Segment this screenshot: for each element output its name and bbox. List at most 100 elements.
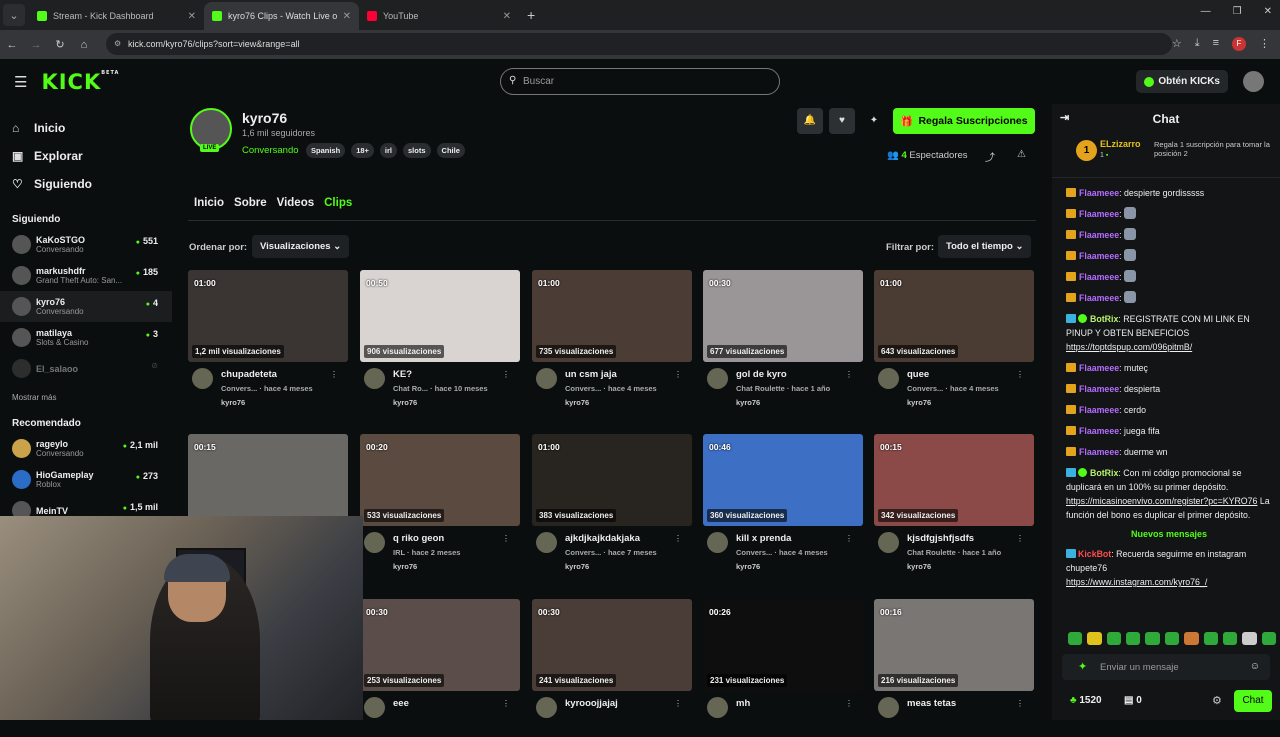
tag[interactable]: slots xyxy=(403,143,431,158)
clip-card[interactable]: 00:50 906 visualizaciones KE? Chat Ro... · … xyxy=(360,270,520,408)
download-icon[interactable]: ⤓ xyxy=(1195,37,1200,51)
chat-username[interactable]: BotRix xyxy=(1090,314,1118,324)
clip-card[interactable]: 00:16 216 visualizaciones meas tetas · ⋮ xyxy=(874,599,1034,737)
nav-inicio[interactable]: ⌂ Inicio xyxy=(12,114,172,142)
url-field[interactable]: ⚙ kick.com/kyro76/clips?sort=view&range=… xyxy=(106,33,1172,55)
clip-card[interactable]: 01:00 1,2 mil visualizaciones chupadeteta C… xyxy=(188,270,348,408)
clip-title[interactable]: mh xyxy=(736,698,750,709)
tab-inicio[interactable]: Inicio xyxy=(194,197,224,209)
sidebar-item-markushdfr[interactable]: markushdfrGrand Theft Auto: San... 185 xyxy=(0,260,172,291)
clip-user[interactable]: kyro76 xyxy=(393,398,417,407)
clip-user[interactable]: kyro76 xyxy=(736,562,760,571)
profile-avatar[interactable]: F xyxy=(1232,37,1246,51)
report-warning-icon[interactable]: ⚠ xyxy=(1017,149,1026,160)
emote-icon[interactable] xyxy=(1203,632,1218,645)
chat-settings-gear-icon[interactable]: ⚙ xyxy=(1212,694,1222,707)
clip-thumbnail[interactable]: 01:00 643 visualizaciones xyxy=(874,270,1034,362)
emote-icon[interactable] xyxy=(1126,632,1141,645)
home-browser-icon[interactable]: ⌂ xyxy=(72,39,96,51)
kebab-menu-icon[interactable]: ⋮ xyxy=(1016,534,1024,543)
avatar[interactable] xyxy=(707,368,728,389)
chat-link[interactable]: https://toptdspup.com/096pitmB/ xyxy=(1066,342,1192,352)
kebab-menu-icon[interactable]: ⋮ xyxy=(502,370,510,379)
avatar[interactable] xyxy=(707,697,728,718)
search-input[interactable]: ⚲ Buscar xyxy=(500,68,780,95)
avatar[interactable] xyxy=(364,368,385,389)
emote-icon[interactable] xyxy=(1222,632,1238,645)
tag[interactable]: Chile xyxy=(436,143,465,158)
chat-username[interactable]: Flaameee xyxy=(1079,447,1119,457)
site-info-icon[interactable]: ⚙ xyxy=(114,39,121,48)
avatar[interactable] xyxy=(192,368,213,389)
clip-user[interactable]: kyro76 xyxy=(736,398,760,407)
maximize-icon[interactable]: ❐ xyxy=(1233,6,1242,17)
kebab-menu-icon[interactable]: ⋮ xyxy=(674,370,682,379)
top-gifter-name[interactable]: ELzizarro xyxy=(1100,139,1141,149)
clip-user[interactable]: kyro76 xyxy=(393,562,417,571)
clip-user[interactable]: kyro76 xyxy=(907,562,931,571)
filter-dropdown[interactable]: Todo el tiempo ⌄ xyxy=(938,235,1032,258)
collapse-chat-icon[interactable]: ⇥ xyxy=(1060,111,1069,124)
close-tab-icon[interactable]: ✕ xyxy=(188,11,196,22)
sidebar-item-kyro76[interactable]: kyro76Conversando 4 xyxy=(0,291,172,322)
close-window-icon[interactable]: ✕ xyxy=(1264,6,1272,17)
clip-title[interactable]: q riko geon xyxy=(393,533,444,544)
clip-thumbnail[interactable]: 00:15 xyxy=(188,434,348,526)
chat-username[interactable]: Flaameee xyxy=(1079,293,1119,303)
show-more-link[interactable]: Mostrar más xyxy=(0,384,172,402)
avatar[interactable] xyxy=(707,532,728,553)
chat-username[interactable]: BotRix xyxy=(1090,468,1118,478)
kebab-menu-icon[interactable]: ⋮ xyxy=(1016,370,1024,379)
sidebar-item-el-salaoo[interactable]: El_salaoo ⊘ xyxy=(0,353,172,384)
kebab-menu-icon[interactable]: ⋮ xyxy=(1016,699,1024,708)
bookmark-star-icon[interactable]: ☆ xyxy=(1172,37,1182,51)
avatar[interactable] xyxy=(536,532,557,553)
gift-subscriptions-button[interactable]: 🎁 Regala Suscripciones xyxy=(893,108,1035,134)
avatar[interactable] xyxy=(536,368,557,389)
chat-username[interactable]: Flaameee xyxy=(1079,384,1119,394)
clip-title[interactable]: ajkdjkajkdakjaka xyxy=(565,533,640,544)
emote-icon[interactable] xyxy=(1106,632,1122,645)
clip-user[interactable]: kyro76 xyxy=(221,398,245,407)
kebab-menu-icon[interactable]: ⋮ xyxy=(330,370,338,379)
clip-card[interactable]: 00:26 231 visualizaciones mh · ⋮ xyxy=(703,599,863,737)
tab-sobre[interactable]: Sobre xyxy=(234,197,267,209)
clip-thumbnail[interactable]: 00:15 342 visualizaciones xyxy=(874,434,1034,526)
browser-tab-youtube[interactable]: YouTube ✕ xyxy=(359,2,519,30)
avatar[interactable] xyxy=(364,532,385,553)
sort-dropdown[interactable]: Visualizaciones ⌄ xyxy=(252,235,350,258)
kick-logo[interactable]: KICKBETA xyxy=(41,70,119,94)
browser-tab-dashboard[interactable]: Stream - Kick Dashboard ✕ xyxy=(29,2,204,30)
chat-username[interactable]: Flaameee xyxy=(1079,272,1119,282)
chat-username[interactable]: KickBot xyxy=(1078,549,1111,559)
sparkle-icon[interactable]: ✦ xyxy=(861,108,887,134)
clip-card[interactable]: 01:00 643 visualizaciones quee Convers... ·… xyxy=(874,270,1034,408)
channel-points[interactable]: ♣ 1520 xyxy=(1070,695,1102,706)
tab-clips[interactable]: Clips xyxy=(324,197,352,209)
sidebar-item-kakostgo[interactable]: KaKoSTGOConversando 551 xyxy=(0,229,172,260)
clip-card[interactable]: 00:15 342 visualizaciones kjsdfgjshfjsdfs C… xyxy=(874,434,1034,572)
chat-username[interactable]: Flaameee xyxy=(1079,405,1119,415)
clip-title[interactable]: meas tetas xyxy=(907,698,956,709)
clip-title[interactable]: kill x prenda xyxy=(736,533,791,544)
clip-user[interactable]: kyro76 xyxy=(565,398,589,407)
clip-thumbnail[interactable]: 01:00 735 visualizaciones xyxy=(532,270,692,362)
tag[interactable]: 18+ xyxy=(351,143,374,158)
clip-thumbnail[interactable]: 00:30 253 visualizaciones xyxy=(360,599,520,691)
sidebar-item-hiogameplay[interactable]: HioGameplayRoblox 273 xyxy=(0,464,172,495)
emote-icon[interactable] xyxy=(1087,632,1102,645)
clip-title[interactable]: un csm jaja xyxy=(565,369,617,380)
clip-thumbnail[interactable]: 01:00 1,2 mil visualizaciones xyxy=(188,270,348,362)
emote-icon[interactable] xyxy=(1145,632,1160,645)
sidebar-item-rageylo[interactable]: rageyloConversando 2,1 mil xyxy=(0,433,172,464)
clip-title[interactable]: gol de kyro xyxy=(736,369,787,380)
nav-siguiendo[interactable]: ♡ Siguiendo xyxy=(12,170,172,198)
tag[interactable]: irl xyxy=(379,143,398,158)
clip-user[interactable]: kyro76 xyxy=(565,562,589,571)
kebab-menu-icon[interactable]: ⋮ xyxy=(502,699,510,708)
kebab-menu-icon[interactable]: ⋮ xyxy=(674,534,682,543)
chest-points[interactable]: ▤ 0 xyxy=(1124,695,1142,706)
share-icon[interactable]: ⤴ xyxy=(985,149,995,164)
avatar[interactable] xyxy=(536,697,557,718)
follow-heart-button[interactable]: ♥ xyxy=(829,108,855,134)
